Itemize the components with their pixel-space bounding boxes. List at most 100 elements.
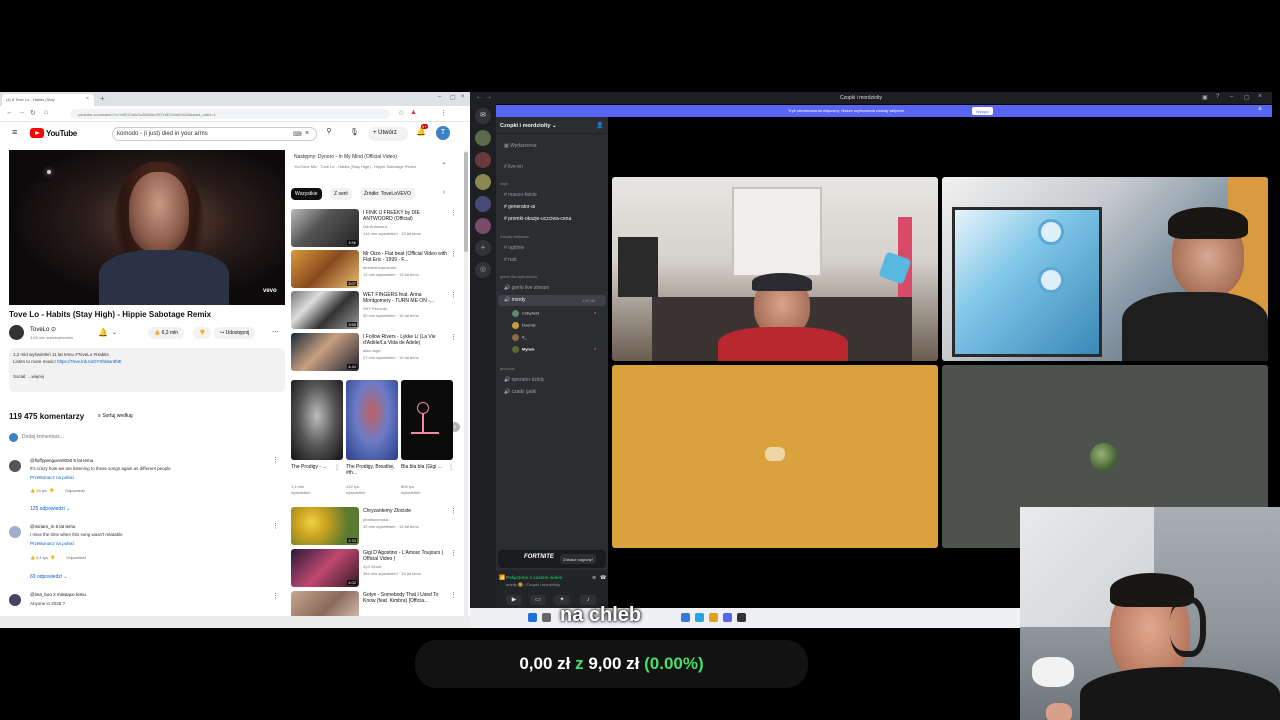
- extension-icon[interactable]: ▲: [410, 109, 417, 116]
- close-window-icon[interactable]: ×: [461, 94, 465, 100]
- rec-title[interactable]: I FINK U FREEKY by DIE ANTWOORD (Officia…: [363, 210, 449, 222]
- rec-thumbnail[interactable]: 4:02: [291, 549, 359, 587]
- video-tile-participant[interactable]: [612, 177, 938, 361]
- channel-promki[interactable]: # promki-okazje-uczciwa-cena: [504, 216, 571, 222]
- share-button[interactable]: ↪ Udostępnij: [214, 327, 256, 339]
- rec-channel[interactable]: ZyX Music: [363, 564, 382, 569]
- category-text[interactable]: Kanały tekstowe: [500, 234, 529, 239]
- rec-title[interactable]: Mr Oizo - Flat beat (Official Video with…: [363, 251, 449, 263]
- see-rewards-button[interactable]: Zobacz nagrody!: [560, 554, 596, 564]
- description-more[interactable]: Social: ...więcej: [13, 374, 44, 379]
- commenter-avatar[interactable]: [9, 594, 21, 606]
- video-player[interactable]: vevo: [9, 150, 285, 305]
- comment-author[interactable]: @fluffypenguins9250 5 lat temu: [30, 458, 93, 463]
- server-icon[interactable]: [475, 196, 491, 212]
- keyboard-icon[interactable]: ⌨: [293, 131, 302, 138]
- guild-name[interactable]: Czopki i mordziolty ⌄: [500, 123, 557, 129]
- subscribe-bell-icon[interactable]: 🔔: [98, 328, 108, 337]
- translate-link[interactable]: Przetłumacz na polski: [30, 541, 74, 546]
- close-tab-icon[interactable]: ×: [86, 96, 89, 102]
- commenter-avatar[interactable]: [9, 526, 21, 538]
- microphone-icon[interactable]: 🎙: [350, 128, 359, 136]
- channel-generator-ai[interactable]: # generator-ai: [504, 204, 535, 210]
- rec-menu-icon[interactable]: ⋮: [450, 250, 457, 258]
- noise-suppression-icon[interactable]: ≋: [592, 575, 596, 581]
- shelf-thumbnail[interactable]: [346, 380, 398, 460]
- page-scrollbar-thumb[interactable]: [464, 152, 468, 252]
- app-icon[interactable]: [695, 613, 704, 622]
- rec-title[interactable]: Chryzantemy Złociste: [363, 508, 449, 514]
- app-icon[interactable]: [709, 613, 718, 622]
- browser-tab[interactable]: (4) 8 Tove Lo - Habits (Stay: [2, 94, 94, 106]
- voice-channel-mordy[interactable]: 🔊 mordy: [504, 297, 526, 303]
- camera-toggle-icon[interactable]: ▶: [506, 595, 522, 605]
- close-window-icon[interactable]: ×: [1258, 93, 1262, 100]
- events-item[interactable]: ▦ Wydarzenia: [504, 143, 536, 149]
- fortnite-promo[interactable]: FORTNITE Zobacz nagrody!: [498, 550, 606, 568]
- forward-icon[interactable]: →: [486, 94, 492, 100]
- signal-icon[interactable]: 📶: [499, 575, 505, 581]
- rec-menu-icon[interactable]: ⋮: [450, 291, 457, 299]
- chip-series[interactable]: Z serii: [330, 188, 352, 200]
- minimize-icon[interactable]: –: [438, 94, 441, 100]
- category-wipe[interactable]: wipe: [500, 181, 508, 186]
- rec-channel[interactable]: pearlsonmusic: [363, 517, 389, 522]
- search-button[interactable]: ⚲: [318, 127, 340, 141]
- rec-menu-icon[interactable]: ⋮: [450, 507, 457, 515]
- server-icon[interactable]: [475, 130, 491, 146]
- rec-channel[interactable]: ferenbsbioacoustic: [363, 265, 396, 270]
- shelf-menu-icon[interactable]: ⋮: [389, 464, 395, 471]
- invite-icon[interactable]: 👤: [596, 122, 603, 129]
- rec-thumbnail[interactable]: 3:07: [291, 250, 359, 288]
- like-button[interactable]: 👍 6,2 mln: [148, 327, 185, 339]
- hamburger-icon[interactable]: ≡: [12, 127, 17, 137]
- chip-all[interactable]: Wszystkie: [291, 188, 322, 200]
- rec-title[interactable]: Gotye - Somebody That I Used To Know (fe…: [363, 592, 449, 604]
- sort-comments-button[interactable]: ≡ Sortuj według: [98, 413, 133, 419]
- shelf-next-icon[interactable]: ›: [450, 422, 460, 432]
- direct-messages-icon[interactable]: ✉: [475, 108, 491, 124]
- server-icon[interactable]: [475, 218, 491, 234]
- home-icon[interactable]: ⌂: [44, 109, 48, 116]
- comment-likes[interactable]: 👍 13 tys. 👎 Odpowiedz: [30, 488, 85, 493]
- comment-author[interactable]: @ima_boo 2 miesiące temu: [30, 592, 86, 597]
- rec-title[interactable]: I Follow Rivers - Lykke Li (La Vie d'Adè…: [363, 334, 449, 346]
- rec-menu-icon[interactable]: ⋮: [450, 333, 457, 341]
- disconnect-icon[interactable]: ☎: [600, 575, 606, 581]
- app-icon[interactable]: [737, 613, 746, 622]
- back-icon[interactable]: ←: [476, 94, 482, 100]
- rec-channel[interactable]: SKY Records: [363, 306, 387, 311]
- rec-channel[interactable]: aida nuge: [363, 348, 381, 353]
- add-server-icon[interactable]: +: [475, 240, 491, 256]
- rec-menu-icon[interactable]: ⋮: [450, 209, 457, 217]
- voice-connected-text[interactable]: Połączono z czatem wideo: [506, 575, 563, 580]
- comment-menu-icon[interactable]: ⋮: [272, 522, 279, 530]
- channel-ogolnie[interactable]: # ogólnie: [504, 245, 524, 251]
- shelf-menu-icon[interactable]: ⋮: [334, 464, 340, 471]
- channel-avatar[interactable]: [9, 325, 24, 340]
- app-icon[interactable]: [681, 613, 690, 622]
- screen-share-icon[interactable]: ▭: [530, 595, 546, 605]
- rec-menu-icon[interactable]: ⋮: [450, 549, 457, 557]
- channel-rust[interactable]: # rust: [504, 257, 517, 263]
- youtube-logo-icon[interactable]: [30, 128, 44, 138]
- comment-likes[interactable]: 👍 4,4 tys. 👎 Odpowiedz: [30, 555, 86, 560]
- up-next-title[interactable]: Następny: Dynoro - In My Mind (Official …: [294, 154, 397, 160]
- dislike-button[interactable]: 👎: [193, 327, 212, 339]
- server-icon[interactable]: [475, 174, 491, 190]
- voice-channel-path[interactable]: mordy 🤣 / Czopki i mordziolty: [506, 582, 560, 587]
- inbox-icon[interactable]: ▣: [1202, 94, 1208, 101]
- rec-title[interactable]: WET FINGERS feat. Anna Montgomery - TURN…: [363, 292, 449, 304]
- help-icon[interactable]: ?: [1216, 94, 1219, 100]
- discord-taskbar-icon[interactable]: [723, 613, 732, 622]
- reply-button[interactable]: Odpowiedz: [65, 488, 85, 493]
- chevron-down-icon[interactable]: ⌄: [112, 329, 117, 336]
- minimize-icon[interactable]: –: [1230, 94, 1233, 100]
- translate-link[interactable]: Przetłumacz na polski: [30, 475, 74, 480]
- voice-channel-czatki[interactable]: 🔊 czatki gatki: [504, 389, 536, 395]
- discover-icon[interactable]: ◎: [475, 262, 491, 278]
- voice-user[interactable]: CobyAcid: [512, 310, 539, 317]
- forward-icon[interactable]: →: [18, 109, 25, 116]
- chip-source[interactable]: Źródło: ToveLoVEVO: [360, 188, 415, 200]
- comment-author[interactable]: @miriam_m 6 lat temu: [30, 524, 75, 529]
